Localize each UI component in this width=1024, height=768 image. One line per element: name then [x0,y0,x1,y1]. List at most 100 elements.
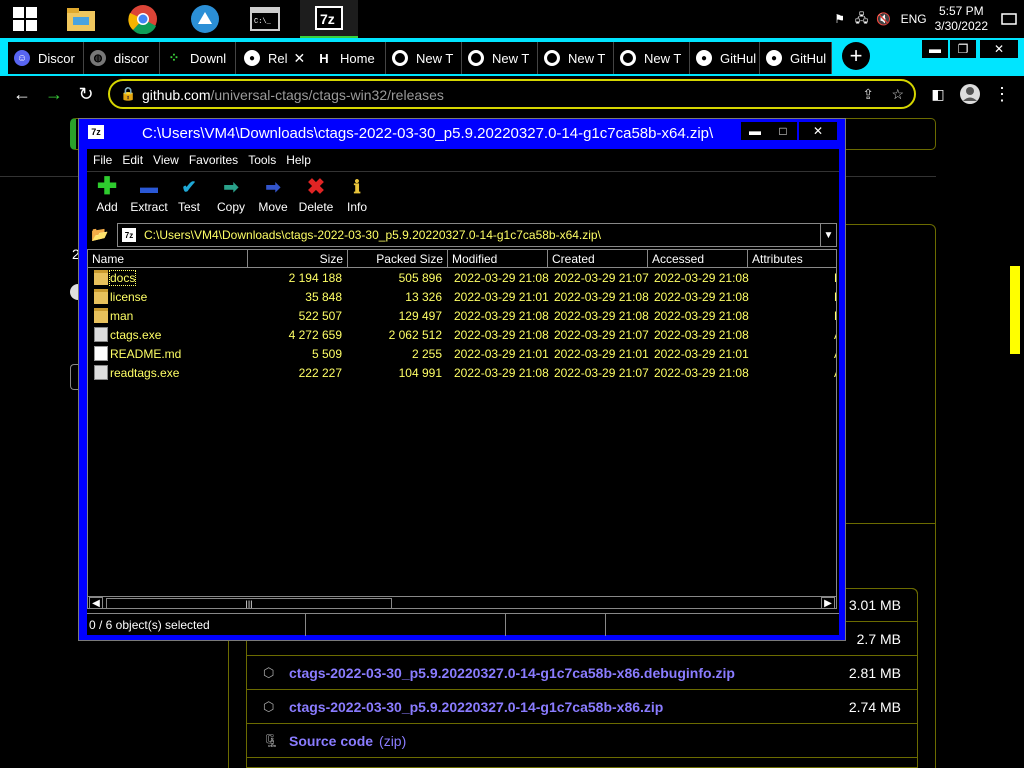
chevron-down-icon[interactable]: ▼ [820,224,836,246]
extract-minus-icon: ▬ [140,177,158,197]
close-tab-icon[interactable]: ✕ [294,50,306,67]
clock[interactable]: 5:57 PM 3/30/2022 [935,4,988,34]
bookmark-star-icon[interactable]: ☆ [891,86,904,103]
asset-row[interactable]: ⬡ ctags-2022-03-30_p5.9.20220327.0-14-g1… [246,690,918,724]
copy-button[interactable]: ➡ Copy [211,176,251,214]
new-tab-button[interactable]: + [842,42,870,70]
path-text: C:\Users\VM4\Downloads\ctags-2022-03-30_… [144,228,601,242]
file-row[interactable]: docs 2 194 188 505 896 2022-03-29 21:08 2022… [88,269,836,288]
tab-11[interactable]: ● GitHul [760,42,832,74]
menu-help[interactable]: Help [286,153,311,167]
start-button[interactable] [0,0,50,38]
tab-8[interactable]: New T [538,42,614,74]
scroll-thumb[interactable]: ||| [106,598,392,608]
move-button[interactable]: ➡ Move [253,176,293,214]
asset-row[interactable]: 🗜 Source code (zip) [246,724,918,758]
tab-5[interactable]: H Home [310,42,386,74]
tab-active-releases[interactable]: ● Rel ✕ [236,42,310,74]
taskbar: C:\_ 7z ⚑ 🖧 🔇 ENG 5:57 PM 3/30/2022 [0,0,1024,38]
window-title: C:\Users\VM4\Downloads\ctags-2022-03-30_… [142,125,714,142]
system-tray: ⚑ 🖧 🔇 ENG 5:57 PM 3/30/2022 [829,0,1024,38]
browser-tabbar: ☺ Discor ◍ discor ⁘ Downl ● Rel ✕ H Home… [0,38,1024,76]
flag-icon[interactable]: ⚑ [829,0,851,38]
col-packed-size[interactable]: Packed Size [348,250,448,268]
tab-9[interactable]: New T [614,42,690,74]
address-row: 📂 7z C:\Users\VM4\Downloads\ctags-2022-0… [87,223,839,247]
col-attributes[interactable]: Attributes [748,250,836,268]
taskbar-file-explorer[interactable] [52,0,110,38]
sidebar-panel-icon[interactable]: ◧ [926,82,950,106]
tab-7[interactable]: New T [462,42,538,74]
col-accessed[interactable]: Accessed [648,250,748,268]
tab-2[interactable]: ◍ discor [84,42,160,74]
lock-icon[interactable]: 🔒 [120,86,136,102]
share-icon[interactable]: ⇪ [862,86,874,103]
maximize-button[interactable]: □ [769,122,797,140]
horizontal-scrollbar[interactable]: ◀ ||| ▶ [88,596,836,608]
page-scrollbar-thumb[interactable] [1010,266,1020,354]
col-name[interactable]: Name [88,250,248,268]
asset-link[interactable]: ctags-2022-03-30_p5.9.20220327.0-14-g1c7… [289,699,663,715]
taskbar-chrome[interactable] [114,0,172,38]
volume-muted-icon[interactable]: 🔇 [873,0,895,38]
browser-restore-button[interactable]: ❐ [950,40,976,58]
source-code-link[interactable]: Source code [289,733,373,749]
file-row[interactable]: ctags.exe 4 272 659 2 062 512 2022-03-29 21… [88,326,836,345]
col-modified[interactable]: Modified [448,250,548,268]
tab-label: New T [492,50,530,66]
test-button[interactable]: ✔ Test [169,176,209,214]
scroll-left-icon[interactable]: ◀ [89,597,103,608]
notifications-icon[interactable] [994,0,1024,38]
info-button[interactable]: ℹ Info [337,176,377,214]
tab-3[interactable]: ⁘ Downl [160,42,236,74]
tab-6[interactable]: New T [386,42,462,74]
address-bar[interactable]: 🔒 github.com/universal-ctags/ctags-win32… [108,79,916,109]
taskbar-cmd[interactable]: C:\_ [236,0,294,38]
taskbar-7zip[interactable]: 7z [300,0,358,38]
toolbar: ✚ Add ▬ Extract ✔ Test ➡ Copy ➡ Move ✖ D… [87,171,839,221]
forward-arrow-icon[interactable]: → [42,82,66,106]
github-icon: ● [244,50,260,66]
minimize-button[interactable]: ▬ [741,122,769,140]
source-code-suffix[interactable]: (zip) [379,733,406,749]
back-arrow-icon[interactable]: ← [10,82,34,106]
taskbar-app-blue[interactable] [176,0,234,38]
path-combobox[interactable]: 7z C:\Users\VM4\Downloads\ctags-2022-03-… [117,223,837,247]
menu-tools[interactable]: Tools [248,153,276,167]
file-name: readtags.exe [110,366,180,380]
executable-icon [94,327,108,342]
asset-row[interactable]: ⬡ ctags-2022-03-30_p5.9.20220327.0-14-g1… [246,656,918,690]
browser-close-button[interactable]: ✕ [980,40,1018,58]
file-attributes: D [834,290,836,304]
menu-file[interactable]: File [93,153,112,167]
tab-1[interactable]: ☺ Discor [8,42,84,74]
scroll-right-icon[interactable]: ▶ [821,597,835,608]
menu-edit[interactable]: Edit [122,153,143,167]
menu-favorites[interactable]: Favorites [189,153,238,167]
asset-row [246,758,918,768]
file-row[interactable]: man 522 507 129 497 2022-03-29 21:08 2022-03… [88,307,836,326]
close-button[interactable]: ✕ [799,122,837,140]
asset-link[interactable]: ctags-2022-03-30_p5.9.20220327.0-14-g1c7… [289,665,735,681]
extract-button[interactable]: ▬ Extract [129,176,169,214]
file-row[interactable]: license 35 848 13 326 2022-03-29 21:01 2022-… [88,288,836,307]
file-list[interactable]: Name Size Packed Size Modified Created A… [87,249,837,609]
tab-10[interactable]: ● GitHul [690,42,760,74]
file-row[interactable]: README.md 5 509 2 255 2022-03-29 21:01 2022-… [88,345,836,364]
folder-up-icon[interactable]: 📂 [91,226,109,244]
7zip-titlebar[interactable]: 7z C:\Users\VM4\Downloads\ctags-2022-03-… [79,119,845,147]
language-indicator[interactable]: ENG [901,12,927,26]
file-accessed: 2022-03-29 21:08 [654,328,749,342]
add-button[interactable]: ✚ Add [87,175,127,215]
menu-kebab-icon[interactable]: ⋮ [990,82,1014,106]
profile-avatar-icon[interactable] [958,82,982,106]
network-icon[interactable]: 🖧 [851,0,873,38]
menu-view[interactable]: View [153,153,179,167]
col-created[interactable]: Created [548,250,648,268]
col-size[interactable]: Size [248,250,348,268]
reload-icon[interactable]: ↻ [74,82,98,106]
file-attributes: D [834,271,836,285]
delete-button[interactable]: ✖ Delete [296,176,336,215]
browser-minimize-button[interactable]: ▬ [922,40,948,58]
file-row[interactable]: readtags.exe 222 227 104 991 2022-03-29 21:… [88,364,836,383]
